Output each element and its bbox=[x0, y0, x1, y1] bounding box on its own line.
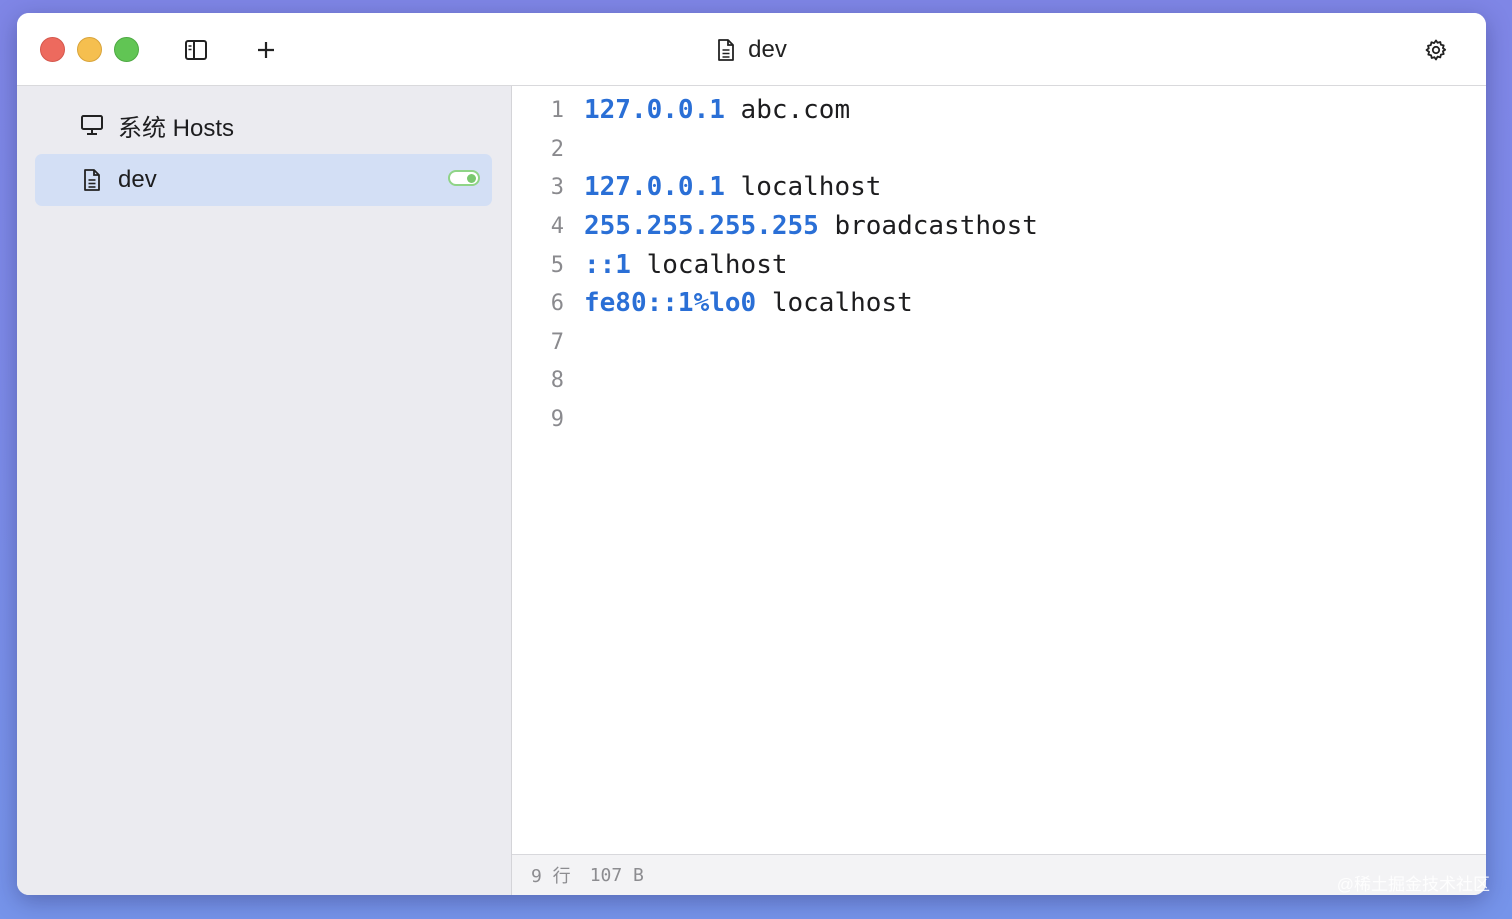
settings-button[interactable] bbox=[1421, 35, 1451, 65]
line-number: 1 bbox=[550, 97, 564, 123]
line-content: 127.0.0.1 abc.com bbox=[584, 95, 850, 125]
line-number: 2 bbox=[550, 136, 564, 162]
line-number: 8 bbox=[550, 367, 564, 393]
hostname: localhost bbox=[630, 250, 788, 280]
line-content: 127.0.0.1 localhost bbox=[584, 172, 881, 202]
hostname: localhost bbox=[756, 288, 913, 318]
ip-address: 255.255.255.255 bbox=[584, 211, 819, 241]
title-bar: dev bbox=[17, 13, 1486, 86]
ip-address: fe80::1%lo0 bbox=[584, 288, 757, 318]
line-content: ::1 localhost bbox=[584, 250, 788, 280]
sidebar-item-label: 系统 Hosts bbox=[118, 114, 235, 142]
window-title-text: dev bbox=[748, 36, 787, 63]
file-text-icon bbox=[79, 167, 105, 193]
ip-address: 127.0.0.1 bbox=[584, 172, 725, 202]
watermark: @稀土掘金技术社区 bbox=[1336, 875, 1490, 894]
sidebar-item-label: dev bbox=[118, 166, 157, 193]
sidebar-item-system-hosts[interactable]: 系统 Hosts bbox=[35, 99, 492, 151]
monitor-icon bbox=[79, 112, 105, 138]
app-window: dev 系统 Hosts dev 1 127.0.0.1 abc.com 2 3… bbox=[17, 13, 1486, 895]
line-content: fe80::1%lo0 localhost bbox=[584, 288, 913, 318]
line-number: 6 bbox=[550, 290, 564, 316]
hostname: localhost bbox=[724, 172, 882, 202]
hostname: abc.com bbox=[724, 95, 851, 125]
line-number: 3 bbox=[550, 174, 564, 200]
ip-address: 127.0.0.1 bbox=[584, 95, 725, 125]
line-content: 255.255.255.255 broadcasthost bbox=[584, 211, 1038, 241]
sidebar-item-dev[interactable]: dev bbox=[35, 154, 492, 206]
ip-address: ::1 bbox=[584, 250, 631, 280]
sidebar: 系统 Hosts dev bbox=[17, 86, 512, 895]
gear-icon bbox=[1425, 39, 1447, 61]
window-title: dev bbox=[17, 35, 1486, 65]
line-number: 4 bbox=[550, 213, 564, 239]
line-number: 9 bbox=[550, 406, 564, 432]
file-text-icon bbox=[718, 39, 735, 61]
hosts-editor[interactable]: 1 127.0.0.1 abc.com 2 3 127.0.0.1 localh… bbox=[512, 86, 1486, 854]
hostname: broadcasthost bbox=[818, 211, 1038, 241]
enable-toggle[interactable] bbox=[448, 170, 480, 186]
line-number: 7 bbox=[550, 329, 564, 355]
line-count: 9 行 bbox=[531, 866, 571, 887]
toggle-knob bbox=[467, 174, 476, 183]
line-number: 5 bbox=[550, 252, 564, 278]
file-size: 107 B bbox=[589, 864, 644, 886]
